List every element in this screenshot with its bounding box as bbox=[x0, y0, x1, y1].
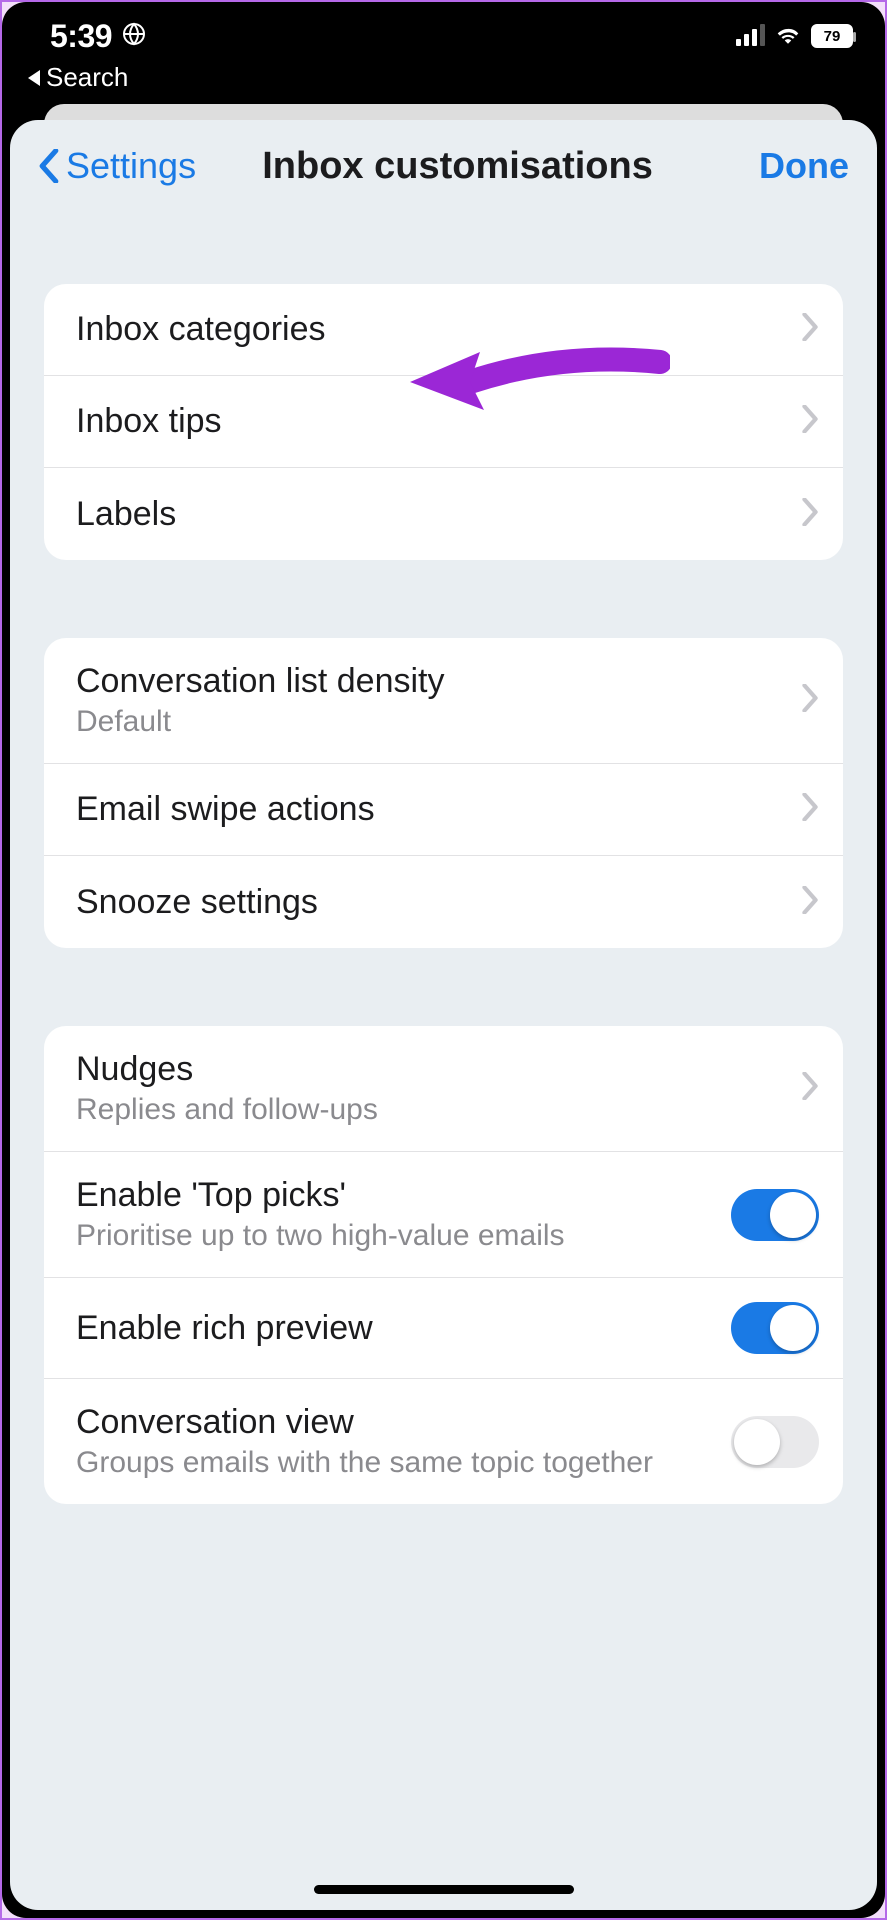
row-title: Enable 'Top picks' bbox=[76, 1176, 711, 1215]
row-title: Inbox categories bbox=[76, 310, 781, 349]
row-enable-top-picks: Enable 'Top picks' Prioritise up to two … bbox=[44, 1152, 843, 1278]
chevron-left-icon bbox=[38, 149, 60, 183]
back-triangle-icon bbox=[28, 70, 40, 86]
nav-done-button[interactable]: Done bbox=[759, 145, 849, 187]
row-conversation-density[interactable]: Conversation list density Default bbox=[44, 638, 843, 764]
nav-title: Inbox customisations bbox=[196, 145, 759, 188]
status-bar: 5:39 79 bbox=[2, 2, 885, 58]
chevron-right-icon bbox=[801, 793, 819, 826]
row-inbox-tips[interactable]: Inbox tips bbox=[44, 376, 843, 468]
toggle-top-picks[interactable] bbox=[731, 1189, 819, 1241]
phone-frame: 5:39 79 Search bbox=[2, 2, 885, 1918]
modal-nav-bar: Settings Inbox customisations Done bbox=[10, 120, 877, 212]
nav-back-label: Settings bbox=[66, 145, 196, 187]
home-indicator[interactable] bbox=[314, 1885, 574, 1894]
row-title: Labels bbox=[76, 495, 781, 534]
row-title: Nudges bbox=[76, 1050, 781, 1089]
settings-content: Inbox categories Inbox tips bbox=[10, 212, 877, 1504]
row-nudges[interactable]: Nudges Replies and follow-ups bbox=[44, 1026, 843, 1152]
row-title: Conversation view bbox=[76, 1403, 711, 1442]
settings-modal: Settings Inbox customisations Done Inbox… bbox=[10, 120, 877, 1910]
row-labels[interactable]: Labels bbox=[44, 468, 843, 560]
nav-back-button[interactable]: Settings bbox=[38, 145, 196, 187]
settings-group-2: Conversation list density Default Email … bbox=[44, 638, 843, 948]
row-subtitle: Groups emails with the same topic togeth… bbox=[76, 1446, 711, 1480]
globe-icon bbox=[122, 22, 146, 51]
row-conversation-view: Conversation view Groups emails with the… bbox=[44, 1379, 843, 1504]
chevron-right-icon bbox=[801, 313, 819, 346]
settings-group-3: Nudges Replies and follow-ups Enable 'To… bbox=[44, 1026, 843, 1504]
row-title: Inbox tips bbox=[76, 402, 781, 441]
row-title: Conversation list density bbox=[76, 662, 781, 701]
row-subtitle: Default bbox=[76, 705, 781, 739]
battery-icon: 79 bbox=[811, 24, 853, 48]
row-title: Email swipe actions bbox=[76, 790, 781, 829]
chevron-right-icon bbox=[801, 1072, 819, 1105]
settings-group-1: Inbox categories Inbox tips bbox=[44, 284, 843, 560]
row-subtitle: Prioritise up to two high-value emails bbox=[76, 1219, 711, 1253]
row-title: Enable rich preview bbox=[76, 1309, 711, 1348]
row-title: Snooze settings bbox=[76, 883, 781, 922]
chevron-right-icon bbox=[801, 886, 819, 919]
chevron-right-icon bbox=[801, 684, 819, 717]
row-snooze-settings[interactable]: Snooze settings bbox=[44, 856, 843, 948]
row-email-swipe-actions[interactable]: Email swipe actions bbox=[44, 764, 843, 856]
row-subtitle: Replies and follow-ups bbox=[76, 1093, 781, 1127]
chevron-right-icon bbox=[801, 405, 819, 438]
chevron-right-icon bbox=[801, 498, 819, 531]
row-inbox-categories[interactable]: Inbox categories bbox=[44, 284, 843, 376]
row-enable-rich-preview: Enable rich preview bbox=[44, 1278, 843, 1379]
battery-percent: 79 bbox=[824, 28, 841, 45]
cellular-signal-icon bbox=[736, 26, 765, 46]
toggle-conversation-view[interactable] bbox=[731, 1416, 819, 1468]
status-time: 5:39 bbox=[50, 18, 112, 55]
wifi-icon bbox=[775, 24, 801, 49]
back-search-label: Search bbox=[46, 62, 128, 93]
toggle-rich-preview[interactable] bbox=[731, 1302, 819, 1354]
